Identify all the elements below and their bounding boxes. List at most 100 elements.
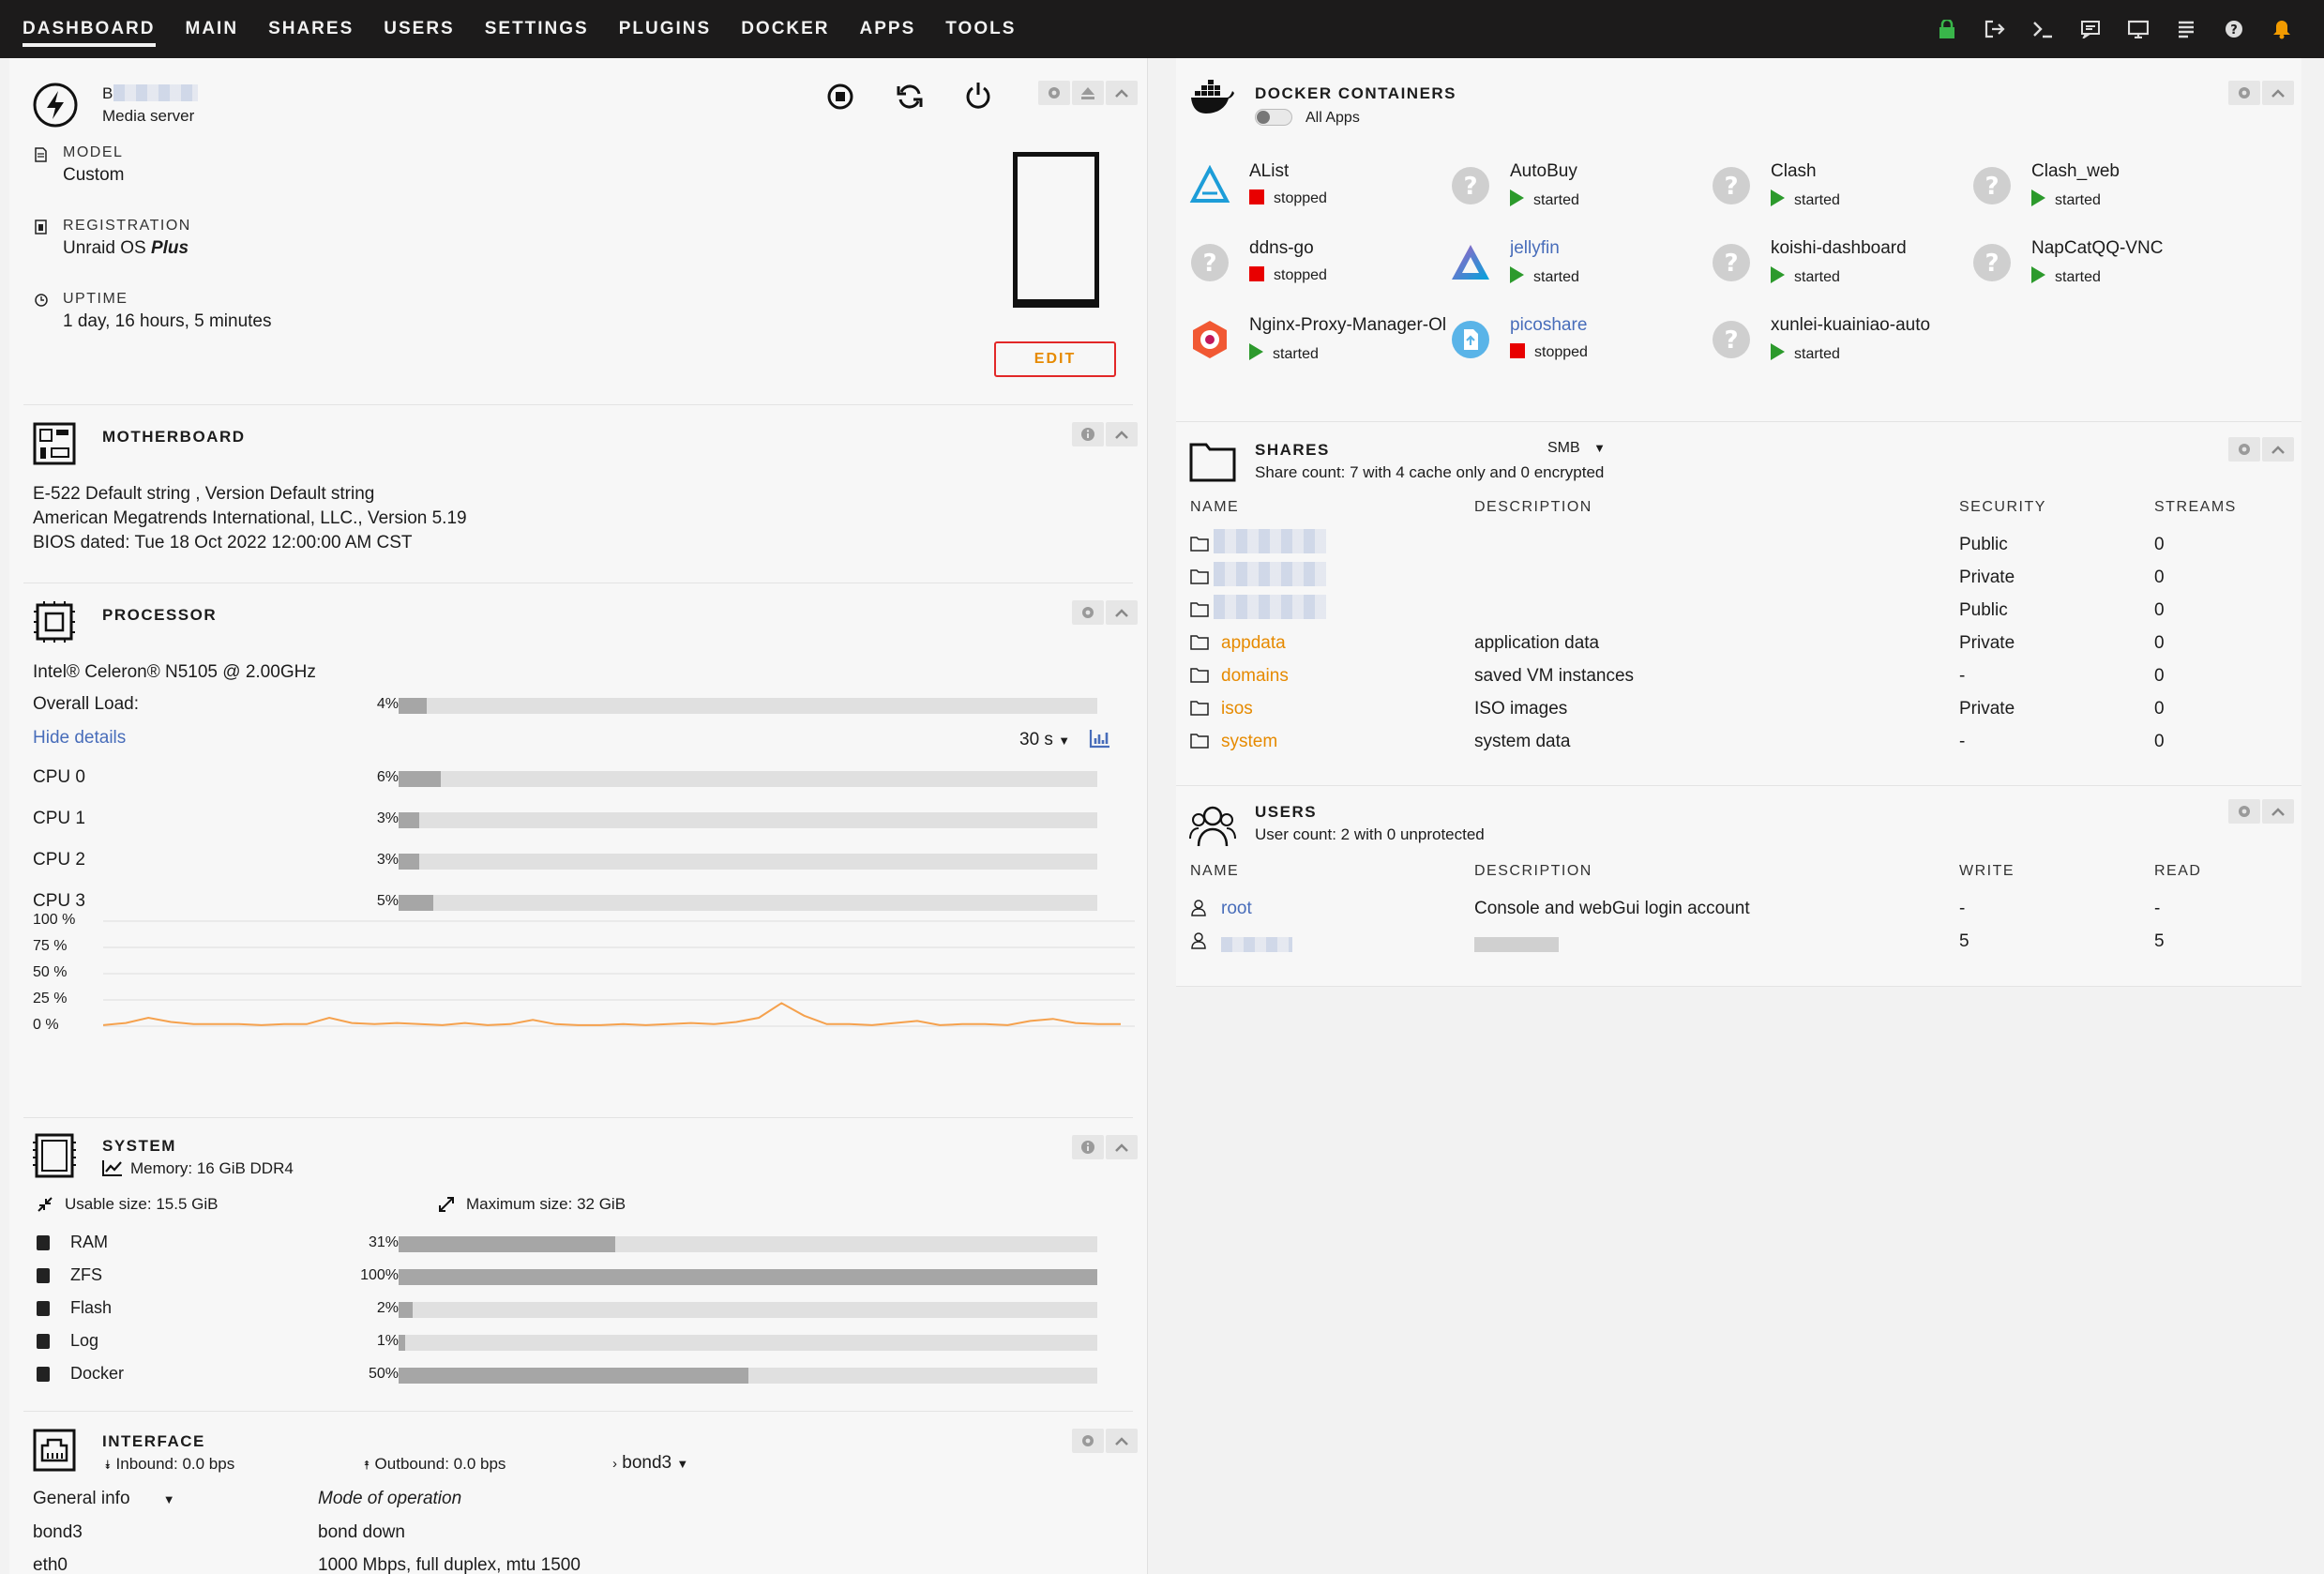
container-ddns-go[interactable]: ? ddns-go stopped (1189, 238, 1442, 295)
row-icon-docker-icon (37, 1367, 50, 1382)
collapse-chevron-icon[interactable] (1106, 1135, 1138, 1159)
memory-size: Memory: 16 GiB DDR4 (130, 1159, 294, 1177)
settings-gear-icon[interactable] (1038, 81, 1070, 105)
eject-icon[interactable] (1072, 81, 1104, 105)
container-name[interactable]: koishi-dashboard (1771, 238, 1907, 259)
container-status: stopped (1510, 343, 1588, 361)
cpu-load-bar (399, 812, 1097, 828)
question-icon: ? (1450, 165, 1491, 211)
docker-title: DOCKER CONTAINERS (1255, 84, 1457, 102)
edit-button[interactable]: EDIT (994, 341, 1116, 377)
nav-tab-plugins[interactable]: PLUGINS (619, 0, 711, 58)
container-name[interactable]: AList (1249, 161, 1289, 182)
logout-icon[interactable] (1970, 0, 2018, 58)
cpu-label: CPU 1 (33, 809, 85, 828)
container-name[interactable]: AutoBuy (1510, 161, 1577, 182)
container-name[interactable]: Nginx-Proxy-Manager-Ol (1249, 315, 1446, 336)
overall-load-bar (399, 698, 1097, 714)
container-status: started (2031, 266, 2101, 286)
users-column-header: READ (2154, 863, 2202, 879)
system-row-label: RAM (70, 1233, 108, 1251)
double-chevron-up-icon: ⯭ (363, 1458, 370, 1472)
nav-tab-tools[interactable]: TOOLS (945, 0, 1016, 58)
interface-select[interactable]: › bond3 ▼ (612, 1453, 688, 1474)
settings-gear-icon[interactable] (1072, 600, 1104, 625)
lock-icon[interactable] (1923, 0, 1970, 58)
all-apps-toggle[interactable] (1255, 109, 1292, 126)
container-alist[interactable]: AList stopped (1189, 161, 1442, 218)
interval-select[interactable]: 30 s ▼ (1019, 730, 1070, 750)
bell-icon[interactable] (2257, 0, 2305, 58)
nav-tab-main[interactable]: MAIN (186, 0, 239, 58)
registration-icon (35, 219, 47, 239)
container-clash_web[interactable]: ? Clash_web started (1971, 161, 2225, 218)
container-name[interactable]: xunlei-kuainiao-auto (1771, 315, 1930, 336)
collapse-chevron-icon[interactable] (2262, 799, 2294, 824)
settings-gear-icon[interactable] (2228, 81, 2260, 105)
collapse-chevron-icon[interactable] (1106, 1429, 1138, 1453)
reboot-icon[interactable] (896, 83, 924, 115)
container-name[interactable]: ddns-go (1249, 238, 1314, 259)
log-icon[interactable] (2162, 0, 2210, 58)
monitor-icon[interactable] (2114, 0, 2162, 58)
container-jellyfin[interactable]: jellyfin started (1450, 238, 1703, 295)
collapse-chevron-icon[interactable] (2262, 81, 2294, 105)
chart-icon[interactable] (1089, 728, 1111, 753)
collapse-chevron-icon[interactable] (2262, 437, 2294, 462)
line-chart-icon[interactable] (102, 1159, 123, 1181)
container-clash[interactable]: ? Clash started (1711, 161, 1964, 218)
power-off-icon[interactable] (964, 81, 992, 115)
terminal-icon[interactable] (2018, 0, 2066, 58)
share-name-link[interactable]: isos (1221, 699, 1253, 719)
stop-array-icon[interactable] (826, 83, 854, 115)
feedback-icon[interactable] (2066, 0, 2114, 58)
svg-text:?: ? (1463, 173, 1477, 201)
nav-tab-users[interactable]: USERS (384, 0, 454, 58)
container-nginx-proxy-manager-ol[interactable]: Nginx-Proxy-Manager-Ol started (1189, 315, 1446, 371)
settings-gear-icon[interactable] (2228, 799, 2260, 824)
share-name-link[interactable]: domains (1221, 666, 1289, 687)
nav-tab-apps[interactable]: APPS (860, 0, 916, 58)
container-napcatqq-vnc[interactable]: ? NapCatQQ-VNC started (1971, 238, 2225, 295)
nav-tab-shares[interactable]: SHARES (268, 0, 354, 58)
settings-gear-icon[interactable] (2228, 437, 2260, 462)
container-name[interactable]: picoshare (1510, 315, 1587, 336)
info-icon[interactable] (1072, 422, 1104, 446)
overall-load-pct: 4% (376, 696, 399, 712)
share-description: application data (1474, 633, 1600, 653)
user-write: - (1959, 899, 1966, 918)
system-row-pct: 31% (368, 1234, 399, 1250)
nav-tab-settings[interactable]: SETTINGS (485, 0, 589, 58)
container-name[interactable]: NapCatQQ-VNC (2031, 238, 2163, 259)
nav-tab-dashboard[interactable]: DASHBOARD (23, 0, 156, 58)
general-info-select[interactable]: General info ▼ (33, 1489, 175, 1509)
container-status-text: started (1533, 269, 1579, 285)
nav-tab-docker[interactable]: DOCKER (741, 0, 829, 58)
container-name[interactable]: Clash_web (2031, 161, 2120, 182)
shares-column-header: STREAMS (2154, 499, 2237, 515)
cpu-label: CPU 2 (33, 850, 85, 870)
user-read: 5 (2154, 931, 2165, 951)
share-name-link[interactable]: system (1221, 732, 1277, 752)
collapse-chevron-icon[interactable] (1106, 422, 1138, 446)
protocol-select[interactable]: SMB ▼ (1547, 440, 1606, 457)
container-picoshare[interactable]: picoshare stopped (1450, 315, 1703, 371)
container-autobuy[interactable]: ? AutoBuy started (1450, 161, 1703, 218)
share-name-link[interactable]: appdata (1221, 633, 1286, 654)
users-column-header: NAME (1190, 863, 1240, 879)
uptime-value: 1 day, 16 hours, 5 minutes (63, 311, 272, 331)
settings-gear-icon[interactable] (1072, 1429, 1104, 1453)
container-name[interactable]: jellyfin (1510, 238, 1560, 259)
container-xunlei-kuainiao-auto[interactable]: ? xunlei-kuainiao-auto started (1711, 315, 1964, 371)
info-icon[interactable] (1072, 1135, 1104, 1159)
container-name[interactable]: Clash (1771, 161, 1817, 182)
svg-text:?: ? (1984, 173, 1999, 201)
help-icon[interactable]: ? (2210, 0, 2257, 58)
collapse-chevron-icon[interactable] (1106, 81, 1138, 105)
hide-details-link[interactable]: Hide details (33, 728, 126, 749)
inbound-rate: ⯯ Inbound: 0.0 bps (104, 1455, 234, 1474)
collapse-chevron-icon[interactable] (1106, 600, 1138, 625)
user-name-link[interactable]: root (1221, 899, 1252, 919)
redacted-user-name (1221, 937, 1292, 952)
container-koishi-dashboard[interactable]: ? koishi-dashboard started (1711, 238, 1964, 295)
